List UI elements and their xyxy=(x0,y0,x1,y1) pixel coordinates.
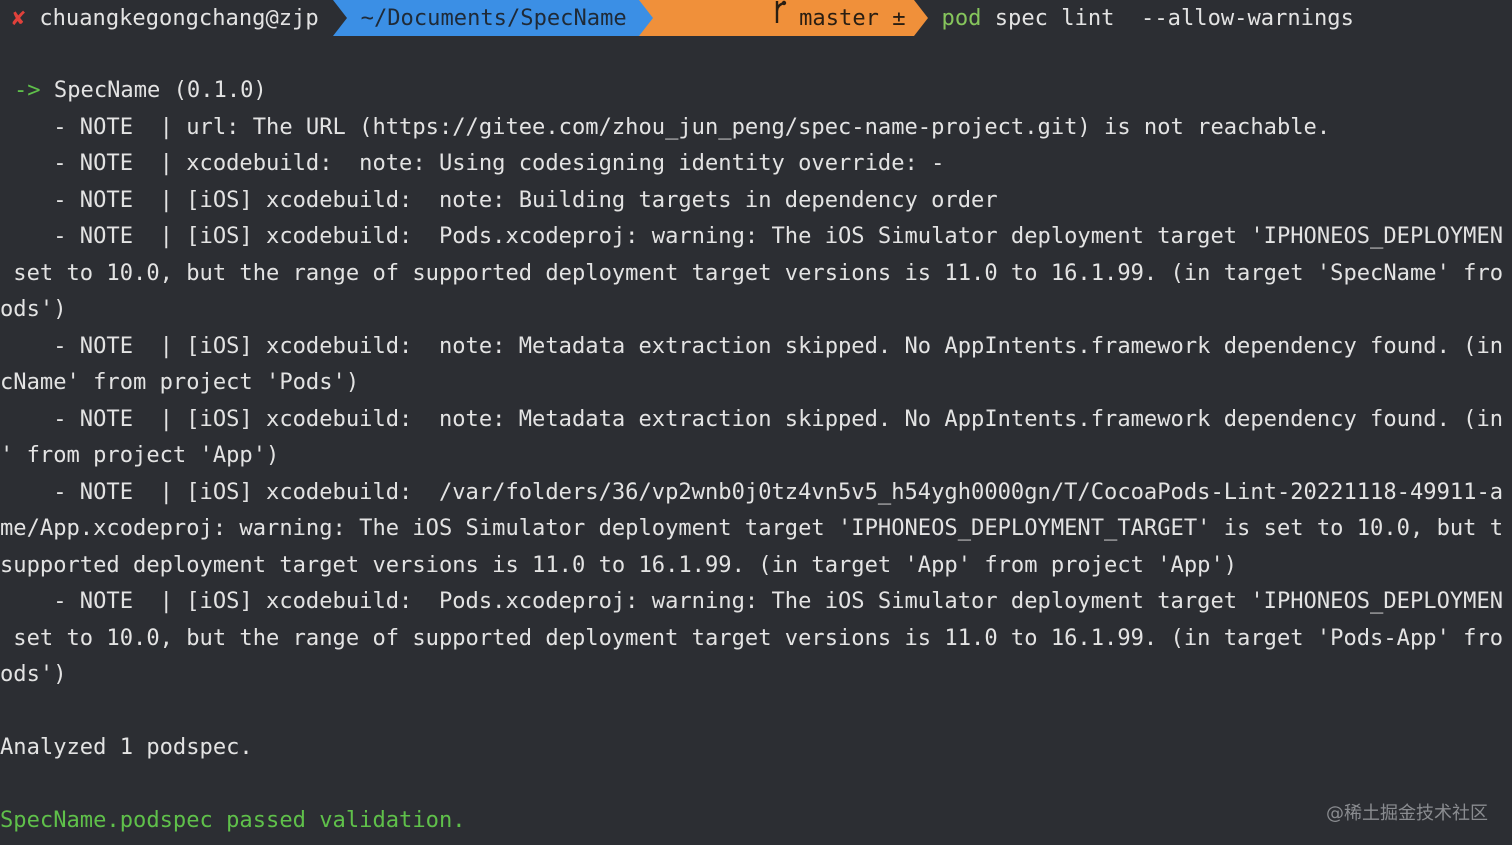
output-line: - NOTE | xcodebuild: note: Using codesig… xyxy=(0,150,945,176)
output-line: - NOTE | [iOS] xcodebuild: Pods.xcodepro… xyxy=(0,223,1504,249)
git-branch-icon xyxy=(667,0,787,36)
validation-result: SpecName.podspec passed validation. xyxy=(0,807,466,833)
segment-separator-icon xyxy=(332,0,347,36)
watermark: @稀土掘金技术社区 xyxy=(1326,803,1488,824)
arrow-icon: -> xyxy=(14,77,41,103)
output-line: ods') xyxy=(0,661,67,687)
output-line: set to 10.0, but the range of supported … xyxy=(0,624,1504,651)
spec-header-line: -> SpecName (0.1.0) xyxy=(0,72,1512,109)
command-args: spec lint --allow-warnings xyxy=(981,4,1354,31)
prompt-git-segment: master ± xyxy=(652,0,914,36)
shell-prompt: ✘ chuangkegongchang@zjp ~/Documents/SpecN… xyxy=(0,0,1512,36)
terminal-window[interactable]: ✘ chuangkegongchang@zjp ~/Documents/SpecN… xyxy=(0,0,1512,845)
output-line: - NOTE | [iOS] xcodebuild: note: Buildin… xyxy=(0,186,998,213)
output-line: set to 10.0, but the range of supported … xyxy=(0,259,1504,286)
error-status-icon: ✘ xyxy=(12,4,26,31)
summary-line: Analyzed 1 podspec. xyxy=(0,734,253,760)
output-line: - NOTE | [iOS] xcodebuild: note: Metadat… xyxy=(0,405,1504,432)
output-line: - NOTE | [iOS] xcodebuild: /var/folders/… xyxy=(0,478,1504,505)
output-line: supported deployment target versions is … xyxy=(0,551,1238,578)
prompt-directory-segment: ~/Documents/SpecName xyxy=(346,0,639,36)
prompt-branch: master ± xyxy=(799,4,906,31)
output-line: me/App.xcodeproj: warning: The iOS Simul… xyxy=(0,515,1504,541)
output-line: ods') xyxy=(0,296,67,322)
prompt-directory: ~/Documents/SpecName xyxy=(360,4,627,31)
prompt-user-host: chuangkegongchang@zjp xyxy=(39,4,319,31)
output-line: cName' from project 'Pods') xyxy=(0,369,360,395)
output-line: ' from project 'App') xyxy=(0,442,280,468)
output-line: - NOTE | url: The URL (https://gitee.com… xyxy=(0,113,1331,140)
spec-header: SpecName (0.1.0) xyxy=(40,77,267,103)
command-input[interactable]: pod spec lint --allow-warnings xyxy=(928,0,1354,36)
segment-separator-icon xyxy=(638,0,653,36)
command-name: pod xyxy=(941,4,982,31)
output-line: - NOTE | [iOS] xcodebuild: Pods.xcodepro… xyxy=(0,588,1504,614)
segment-separator-icon xyxy=(913,0,928,36)
output-line: - NOTE | [iOS] xcodebuild: note: Metadat… xyxy=(0,332,1504,359)
prompt-context-segment: ✘ chuangkegongchang@zjp xyxy=(0,0,333,36)
